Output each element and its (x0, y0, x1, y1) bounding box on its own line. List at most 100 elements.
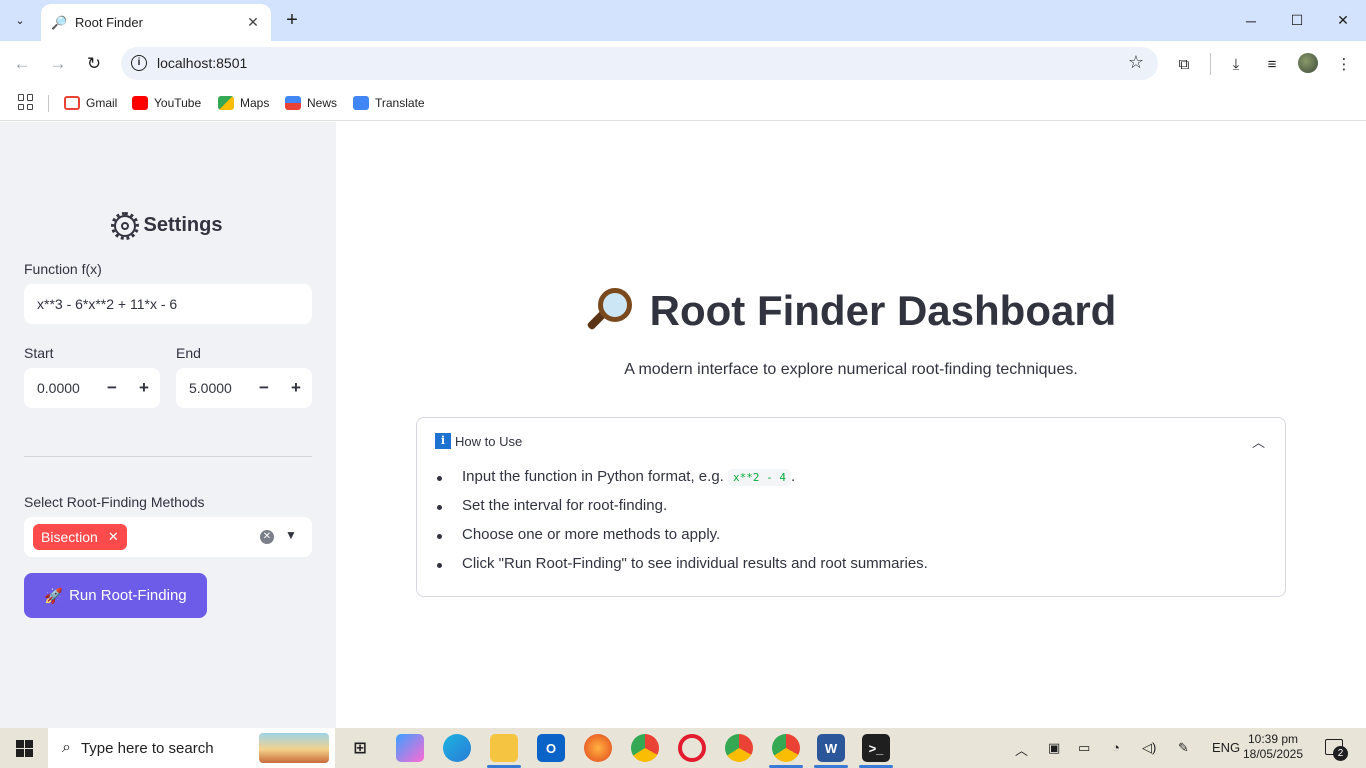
magnifier-icon (586, 286, 636, 336)
end-increment-button[interactable]: + (280, 378, 312, 398)
wifi-icon[interactable]: ◔ (1112, 740, 1120, 755)
bookmark-label: News (307, 96, 338, 110)
maximize-button[interactable]: ☐ (1274, 0, 1320, 41)
bookmark-maps[interactable]: Maps (218, 93, 269, 113)
pen-icon[interactable]: ✎ (1178, 740, 1189, 756)
download-icon[interactable]: ⤓ (1224, 52, 1248, 76)
end-input[interactable]: 5.0000 (176, 380, 248, 396)
maps-icon (218, 96, 234, 110)
expander-title: How to Use (455, 433, 523, 449)
rocket-icon: 🚀 (44, 587, 64, 605)
chevron-up-icon[interactable]: ︿ (1015, 740, 1028, 759)
list-item: Choose one or more methods to apply. (437, 526, 928, 555)
outlook-icon[interactable]: O (537, 734, 565, 762)
edge-icon[interactable] (443, 734, 471, 762)
translate-icon (353, 96, 369, 110)
reload-button[interactable]: ↻ (82, 52, 106, 76)
language-indicator[interactable]: ENG (1212, 740, 1240, 755)
expander-header[interactable]: i How to Use (435, 433, 522, 449)
page-title-text: Root Finder Dashboard (649, 287, 1117, 334)
apps-grid-icon[interactable] (18, 94, 34, 110)
run-root-finding-button[interactable]: 🚀 Run Root-Finding (24, 573, 207, 618)
copilot-icon[interactable] (396, 734, 424, 762)
url-text[interactable]: localhost:8501 (157, 55, 247, 71)
bookmark-gmail[interactable]: Gmail (64, 93, 117, 113)
end-number-input: 5.0000 − + (176, 368, 312, 408)
battery-icon[interactable]: ▭ (1078, 740, 1090, 756)
forward-button[interactable]: → (46, 52, 70, 76)
sidebar-title-text: Settings (143, 214, 223, 236)
chevron-down-icon[interactable]: ▼ (285, 528, 297, 542)
opera-icon[interactable] (678, 734, 706, 762)
chip-label: Bisection (41, 529, 98, 545)
firefox-icon[interactable] (584, 734, 612, 762)
gmail-icon (64, 96, 80, 110)
start-input[interactable]: 0.0000 (24, 380, 96, 396)
taskbar: ⌕ Type here to search ⊞ O W >_ ︿ ▣ ▭ ◔ ◁… (0, 728, 1366, 768)
chrome-active-icon[interactable] (772, 734, 800, 762)
methods-multiselect[interactable]: Bisection ✕ ✕ ▼ (24, 517, 312, 557)
close-tab-icon[interactable]: ✕ (245, 14, 261, 31)
chrome-profile-icon[interactable] (725, 734, 753, 762)
menu-icon[interactable]: ⋮ (1332, 52, 1356, 76)
extensions-icon[interactable]: ⧉ (1172, 52, 1196, 76)
windows-start-button[interactable] (16, 740, 33, 757)
bookmark-label: Gmail (86, 96, 118, 110)
method-chip-bisection: Bisection ✕ (33, 524, 127, 550)
list-item: Set the interval for root-finding. (437, 497, 928, 526)
address-bar[interactable]: i localhost:8501 ☆ (121, 47, 1158, 80)
terminal-icon[interactable]: >_ (862, 734, 890, 762)
site-info-icon[interactable]: i (131, 55, 147, 71)
word-icon[interactable]: W (817, 734, 845, 762)
bookmark-translate[interactable]: Translate (353, 93, 425, 113)
info-icon: i (435, 433, 451, 449)
news-icon (285, 96, 301, 110)
browser-toolbar: ← → ↻ i localhost:8501 ☆ ⧉ ⤓ ≡ ⋮ (0, 41, 1366, 87)
clock-time: 10:39 pm (1247, 732, 1299, 746)
end-decrement-button[interactable]: − (248, 378, 280, 398)
browser-tabstrip: ⌄ 🔎 Root Finder ✕ + ─ ☐ ✕ (0, 0, 1366, 41)
gear-icon (110, 211, 139, 240)
list-item-text: Input the function in Python format, e.g… (462, 468, 728, 485)
back-button[interactable]: ← (10, 52, 34, 76)
start-increment-button[interactable]: + (128, 378, 160, 398)
list-item: Click "Run Root-Finding" to see individu… (437, 555, 928, 584)
sidebar: Settings Function f(x) x**3 - 6*x**2 + 1… (0, 122, 336, 728)
magnifier-icon: 🔎 (51, 14, 68, 30)
remove-chip-icon[interactable]: ✕ (108, 529, 119, 545)
bookmark-youtube[interactable]: YouTube (132, 93, 201, 113)
volume-icon[interactable]: ◁) (1142, 740, 1156, 756)
sidebar-title: Settings (0, 211, 336, 240)
close-window-button[interactable]: ✕ (1320, 0, 1366, 41)
toolbar-divider (1210, 53, 1211, 75)
bookmark-star-icon[interactable]: ☆ (1128, 52, 1144, 73)
instructions-list: Input the function in Python format, e.g… (437, 468, 928, 584)
profile-avatar[interactable] (1298, 53, 1318, 73)
meet-icon[interactable]: ▣ (1048, 740, 1060, 756)
list-item: Input the function in Python format, e.g… (437, 468, 928, 497)
function-label: Function f(x) (24, 261, 102, 277)
code-snippet: x**2 - 4 (728, 469, 791, 486)
browser-tab[interactable]: 🔎 Root Finder ✕ (41, 4, 271, 41)
bookmark-label: YouTube (154, 96, 202, 110)
new-tab-button[interactable]: + (281, 9, 303, 31)
bookmark-label: Maps (240, 96, 270, 110)
clock[interactable]: 10:39 pm 18/05/2025 (1238, 732, 1308, 762)
task-view-icon[interactable]: ⊞ (346, 734, 374, 762)
bookmark-label: Translate (375, 96, 425, 110)
start-decrement-button[interactable]: − (96, 378, 128, 398)
taskbar-search[interactable]: ⌕ Type here to search (48, 728, 335, 768)
how-to-use-expander: i How to Use ︿ Input the function in Pyt… (416, 417, 1286, 597)
minimize-button[interactable]: ─ (1228, 0, 1274, 41)
bookmark-news[interactable]: News (285, 93, 337, 113)
media-control-icon[interactable]: ≡ (1260, 52, 1284, 76)
tab-search-button[interactable]: ⌄ (8, 8, 32, 32)
function-input[interactable]: x**3 - 6*x**2 + 11*x - 6 (24, 284, 312, 324)
start-label: Start (24, 345, 54, 361)
clear-selection-icon[interactable]: ✕ (260, 530, 274, 544)
methods-label: Select Root-Finding Methods (24, 494, 205, 510)
file-explorer-icon[interactable] (490, 734, 518, 762)
chevron-up-icon[interactable]: ︿ (1252, 432, 1265, 451)
bookmarks-divider (48, 95, 49, 112)
chrome-icon[interactable] (631, 734, 659, 762)
